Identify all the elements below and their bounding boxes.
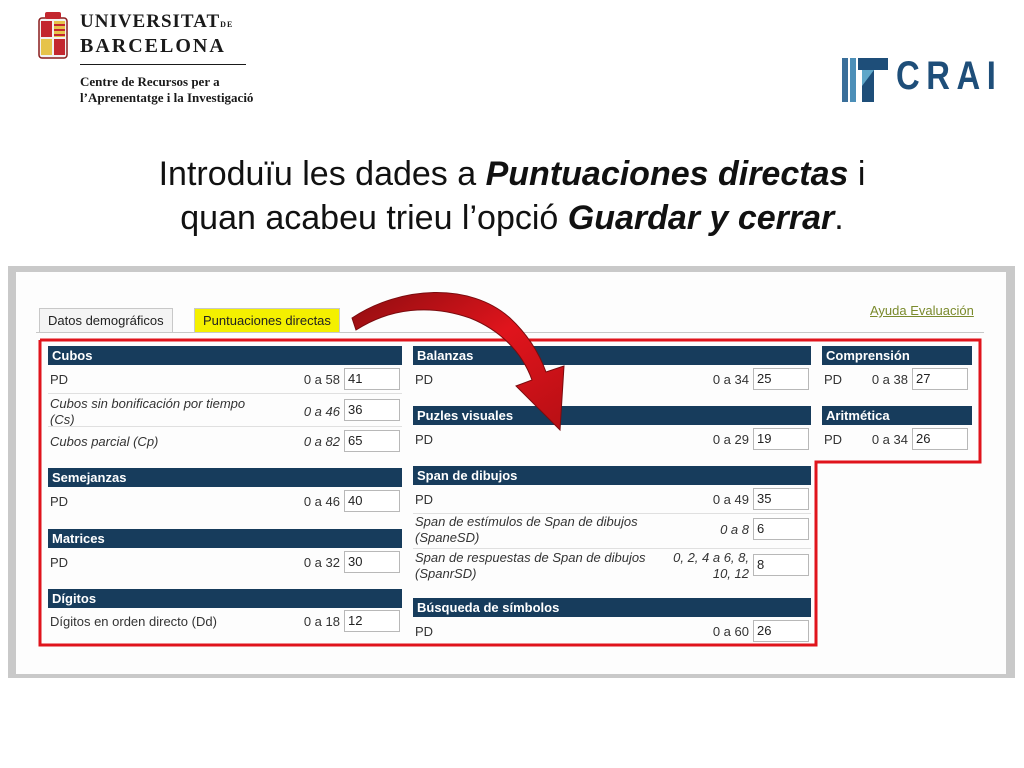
input-semejanzas-pd[interactable]: 40 — [344, 490, 400, 512]
field-range: 0 a 29 — [712, 432, 749, 447]
panel-header-aritmetica: Aritmética — [822, 406, 972, 425]
panel-header-cubos: Cubos — [48, 346, 402, 365]
field-label: Cubos sin bonificación por tiempo (Cs) — [50, 396, 246, 427]
crai-logo-mark — [842, 58, 888, 102]
help-link[interactable]: Ayuda Evaluación — [870, 303, 974, 318]
input-cubos-cs[interactable]: 36 — [344, 399, 400, 421]
input-cubos-cp[interactable]: 65 — [344, 430, 400, 452]
input-span-spanrsd[interactable]: 8 — [753, 554, 809, 576]
field-label: PD — [415, 432, 434, 447]
panel-matrices: PD 0 a 32 30 — [48, 549, 402, 575]
field-range: 0 a 8 — [720, 522, 749, 537]
field-label: PD — [824, 372, 843, 387]
field-range: 0 a 32 — [303, 555, 340, 570]
field-range: 0 a 34 — [712, 372, 749, 387]
university-shield-logo — [38, 12, 68, 59]
input-aritmetica-pd[interactable]: 26 — [912, 428, 968, 450]
input-digitos-dd[interactable]: 12 — [344, 610, 400, 632]
row-divider — [48, 393, 402, 394]
input-comprension-pd[interactable]: 27 — [912, 368, 968, 390]
field-range: 0 a 46 — [303, 494, 340, 509]
field-label: Cubos parcial (Cp) — [50, 434, 159, 449]
panel-busqueda: PD 0 a 60 26 — [413, 618, 811, 644]
panel-digitos: Dígitos en orden directo (Dd) 0 a 18 12 — [48, 609, 402, 635]
panel-aritmetica: PD 0 a 34 26 — [822, 426, 972, 452]
field-label: Span de respuestas de Span de dibujos (S… — [415, 550, 646, 581]
row-divider — [48, 426, 402, 427]
field-label: PD — [50, 555, 69, 570]
tab-puntuaciones-directas[interactable]: Puntuaciones directas — [194, 308, 340, 333]
field-label: Span de estímulos de Span de dibujos (Sp… — [415, 514, 638, 545]
slide-title: Introduïu les dades a Puntuaciones direc… — [158, 155, 866, 237]
centre-name: Centre de Recursos per a l’Aprenentatge … — [80, 74, 254, 105]
input-busqueda-pd[interactable]: 26 — [753, 620, 809, 642]
field-range: 0 a 38 — [871, 372, 908, 387]
input-balanzas-pd[interactable]: 25 — [753, 368, 809, 390]
tab-baseline — [36, 332, 984, 333]
field-range: 0 a 82 — [303, 434, 340, 449]
panel-header-semejanzas: Semejanzas — [48, 468, 402, 487]
input-span-spanesd[interactable]: 6 — [753, 518, 809, 540]
panel-comprension: PD 0 a 38 27 — [822, 366, 972, 392]
field-range: 0 a 34 — [871, 432, 908, 447]
field-label: PD — [415, 624, 434, 639]
panel-puzles: PD 0 a 29 19 — [413, 426, 811, 452]
panel-balanzas: PD 0 a 34 25 — [413, 366, 811, 392]
field-range: 0 a 60 — [712, 624, 749, 639]
input-span-pd[interactable]: 35 — [753, 488, 809, 510]
panel-cubos: PD 0 a 58 41 Cubos sin bonificación por … — [48, 366, 402, 456]
field-label: PD — [50, 372, 69, 387]
field-range: 0 a 49 — [712, 492, 749, 507]
field-label: PD — [415, 372, 434, 387]
panel-header-digitos: Dígitos — [48, 589, 402, 608]
field-range: 0 a 18 — [303, 614, 340, 629]
panel-header-balanzas: Balanzas — [413, 346, 811, 365]
field-range: 0, 2, 4 a 6, 8, 10, 12 — [673, 550, 749, 581]
panel-header-matrices: Matrices — [48, 529, 402, 548]
field-label: PD — [824, 432, 843, 447]
row-divider — [413, 548, 811, 549]
panel-header-puzles: Puzles visuales — [413, 406, 811, 425]
input-matrices-pd[interactable]: 30 — [344, 551, 400, 573]
field-label: PD — [415, 492, 434, 507]
header-divider — [80, 64, 246, 65]
input-cubos-pd[interactable]: 41 — [344, 368, 400, 390]
input-puzles-pd[interactable]: 19 — [753, 428, 809, 450]
tab-datos-demograficos[interactable]: Datos demográficos — [39, 308, 173, 333]
panel-semejanzas: PD 0 a 46 40 — [48, 488, 402, 514]
crai-logo-text: CRAI — [896, 54, 1003, 98]
field-label: Dígitos en orden directo (Dd) — [50, 614, 217, 629]
field-range: 0 a 46 — [303, 404, 340, 419]
panel-span: PD 0 a 49 35 Span de estímulos de Span d… — [413, 486, 811, 584]
panel-header-comprension: Comprensión — [822, 346, 972, 365]
field-range: 0 a 58 — [303, 372, 340, 387]
university-name: UNIVERSITATDE BARCELONA — [80, 11, 234, 58]
field-label: PD — [50, 494, 69, 509]
panel-header-span: Span de dibujos — [413, 466, 811, 485]
panel-header-busqueda: Búsqueda de símbolos — [413, 598, 811, 617]
